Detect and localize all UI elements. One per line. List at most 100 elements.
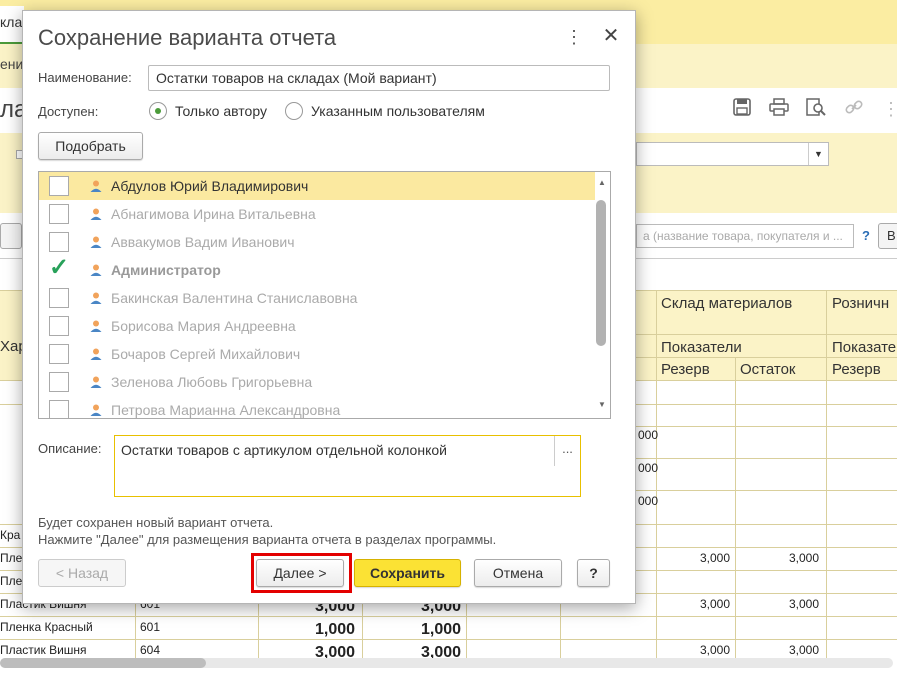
table-cell: 3,000 [789, 643, 820, 657]
close-icon[interactable]: ✕ [601, 25, 621, 47]
name-input[interactable]: Остатки товаров на складах (Мой вариант) [148, 65, 610, 91]
grid-line [735, 357, 736, 658]
table-cell: 601 [140, 620, 161, 634]
user-icon [90, 348, 102, 360]
search-input[interactable]: а (название товара, покупателя и ... [636, 224, 854, 248]
header-reserve: Резерв [661, 361, 710, 378]
link-icon[interactable] [843, 98, 865, 120]
scroll-up-icon[interactable]: ▲ [598, 178, 606, 187]
help-link[interactable]: ? [862, 228, 870, 243]
dialog-title: Сохранение варианта отчета [38, 25, 337, 50]
header-reserve: Резерв [832, 361, 881, 378]
table-cell: Кра [0, 528, 21, 542]
table-cell: 604 [140, 643, 161, 657]
save-button[interactable]: Сохранить [354, 559, 461, 587]
grid-line [636, 458, 897, 459]
user-name: Администратор [111, 262, 221, 278]
pick-button[interactable]: Подобрать [38, 132, 143, 160]
user-name: Абдулов Юрий Владимирович [111, 178, 309, 194]
name-label: Наименование: [38, 70, 132, 85]
list-settings-button[interactable] [0, 223, 22, 249]
user-icon [90, 404, 102, 416]
tab-active[interactable]: кла [0, 6, 24, 44]
more-icon[interactable]: ⋮ [880, 98, 897, 120]
list-item[interactable]: Абнагимова Ирина Витальевна [39, 200, 595, 228]
checkbox[interactable] [49, 344, 69, 364]
cancel-button[interactable]: Отмена [474, 559, 562, 587]
available-label: Доступен: [38, 104, 99, 119]
user-name: Бакинская Валентина Станиславовна [111, 290, 358, 306]
table-cell: 3,000 [789, 551, 820, 565]
radio-users-label[interactable]: Указанным пользователям [311, 103, 485, 119]
list-item[interactable]: Абдулов Юрий Владимирович [39, 172, 595, 200]
table-cell: 000 [638, 428, 659, 442]
table-cell: Пленка Красный [0, 620, 93, 634]
more-icon[interactable]: ⋮ [565, 27, 583, 49]
checkbox[interactable] [49, 232, 69, 252]
grid-line [826, 290, 827, 658]
preview-icon[interactable] [805, 98, 827, 120]
user-icon [90, 320, 102, 332]
help-button[interactable]: ? [577, 559, 610, 587]
list-item[interactable]: Бочаров Сергей Михайлович [39, 340, 595, 368]
grid-line [636, 334, 897, 335]
user-icon [90, 292, 102, 304]
checkmark-icon[interactable]: ✓ [49, 256, 71, 280]
list-item[interactable]: Петрова Марианна Александровна [39, 396, 595, 418]
radio-author[interactable] [149, 102, 167, 120]
checkbox[interactable] [49, 372, 69, 392]
header-indicators: Показатели [661, 339, 742, 356]
users-list: Абдулов Юрий Владимирович Абнагимова Ири… [38, 171, 611, 419]
chevron-down-icon[interactable]: ▼ [808, 143, 828, 165]
list-item[interactable]: Зеленова Любовь Григорьевна [39, 368, 595, 396]
checkbox[interactable] [49, 316, 69, 336]
grid-line [636, 426, 897, 427]
scrollbar-thumb[interactable] [0, 658, 206, 668]
vertical-scrollbar[interactable]: ▲ ▼ [595, 172, 610, 418]
grid-line [636, 357, 897, 358]
user-icon [90, 208, 102, 220]
checkbox[interactable] [49, 176, 69, 196]
table-cell: 000 [638, 494, 659, 508]
list-item[interactable]: Аввакумов Вадим Иванович [39, 228, 595, 256]
scroll-down-icon[interactable]: ▼ [598, 400, 606, 409]
checkbox[interactable] [49, 204, 69, 224]
scrollbar-thumb[interactable] [596, 200, 606, 346]
user-name: Абнагимова Ирина Витальевна [111, 206, 316, 222]
user-name: Бочаров Сергей Михайлович [111, 346, 301, 362]
table-cell: Пластик Вишня [0, 643, 87, 657]
user-icon [90, 236, 102, 248]
save-icon[interactable] [731, 98, 753, 120]
checkbox[interactable] [49, 400, 69, 418]
table-cell: 3,000 [789, 597, 820, 611]
header-indicators: Показате [832, 339, 897, 356]
header-warehouse: Склад материалов [661, 295, 793, 312]
right-button[interactable]: В [878, 223, 897, 249]
info-text: Будет сохранен новый вариант отчета. [38, 515, 274, 530]
description-field[interactable]: Остатки товаров с артикулом отдельной ко… [114, 435, 581, 497]
table-cell: 000 [638, 461, 659, 475]
print-icon[interactable] [768, 98, 790, 120]
table-cell: 3,000 [700, 597, 731, 611]
list-item[interactable]: ✓ Администратор [39, 256, 595, 284]
more-button[interactable]: ... [554, 436, 580, 466]
grid-line [636, 490, 897, 491]
radio-users[interactable] [285, 102, 303, 120]
table-cell: 3,000 [700, 551, 731, 565]
table-cell: 1,000 [315, 621, 356, 638]
info-text: Нажмите "Далее" для размещения варианта … [38, 532, 497, 547]
settings-combo[interactable]: ▼ [636, 142, 829, 166]
list-item[interactable]: Бакинская Валентина Станиславовна [39, 284, 595, 312]
user-name: Борисова Мария Андреевна [111, 318, 296, 334]
table-cell: 1,000 [421, 621, 462, 638]
list-item[interactable]: Борисова Мария Андреевна [39, 312, 595, 340]
notice-text: ени [0, 56, 24, 72]
radio-author-label[interactable]: Только автору [175, 103, 267, 119]
horizontal-scrollbar[interactable] [0, 658, 893, 668]
user-icon [90, 264, 102, 276]
user-name: Зеленова Любовь Григорьевна [111, 374, 313, 390]
user-icon [90, 376, 102, 388]
back-button[interactable]: < Назад [38, 559, 126, 587]
checkbox[interactable] [49, 288, 69, 308]
description-value: Остатки товаров с артикулом отдельной ко… [121, 442, 447, 458]
